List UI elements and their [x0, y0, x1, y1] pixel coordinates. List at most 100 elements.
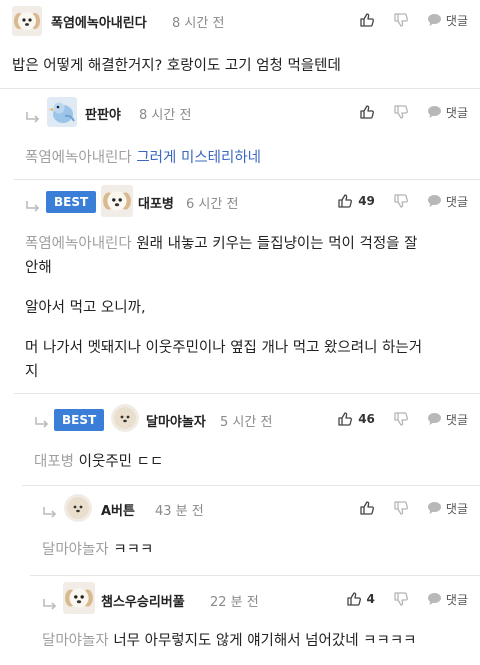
reply-button[interactable]: 댓글 — [427, 193, 468, 210]
reply-label: 댓글 — [445, 412, 468, 427]
speech-bubble-icon — [427, 195, 441, 207]
comment-body: 달마야놀자 ㅋㅋㅋ — [42, 538, 153, 562]
mention[interactable]: 달마야놀자 — [42, 542, 109, 558]
dislike-button[interactable] — [393, 104, 409, 120]
comment-author[interactable]: 챔스우승리버풀 — [101, 591, 185, 610]
comment-body: 폭염에녹아내린다 그러게 미스테리하네 — [25, 146, 261, 170]
comment-time: 22 분 전 — [210, 595, 259, 610]
thumbs-up-icon — [360, 13, 374, 27]
like-button[interactable]: 4 — [346, 591, 375, 607]
reply-label: 댓글 — [445, 501, 468, 516]
comment-1: 폭염에녹아내린다 8 시간 전 댓글 밥은 어떻게 해결한거지? 호랑이도 고기… — [0, 0, 480, 88]
puppy-icon — [64, 494, 92, 522]
thumbs-up-icon — [360, 105, 374, 119]
comment-author[interactable]: 대포병 — [138, 193, 174, 212]
comment-5: A버튼 43 분 전 댓글 달마야놀자 ㅋㅋㅋ — [0, 486, 480, 574]
comment-paragraph: 폭염에녹아내린다 원래 내놓고 키우는 들집냥이는 먹이 걱정을 잘안해 — [25, 232, 470, 280]
puppy-icon — [63, 582, 95, 614]
comment-2: 판판야 8 시간 전 댓글 폭염에녹아내린다 그러게 미스테리하네 — [0, 89, 480, 179]
comment-text: 지 — [25, 364, 39, 380]
like-button[interactable]: 49 — [337, 193, 375, 209]
reply-button[interactable]: 댓글 — [427, 12, 468, 29]
avatar[interactable] — [101, 185, 133, 217]
comment-text: 밥은 어떻게 해결한거지? 호랑이도 고기 엄청 먹을텐데 — [12, 58, 341, 74]
comment-body: 대포병 이웃주민 ㄷㄷ — [34, 450, 163, 474]
speech-bubble-icon — [427, 14, 441, 26]
reply-label: 댓글 — [445, 13, 468, 28]
comment-time: 8 시간 전 — [139, 108, 192, 123]
comment-text: 알아서 먹고 오니까, — [25, 300, 146, 316]
comment-paragraph: 알아서 먹고 오니까, — [25, 296, 470, 320]
speech-bubble-icon — [427, 593, 441, 605]
reply-arrow-icon — [25, 200, 41, 214]
like-button[interactable] — [359, 12, 375, 28]
avatar[interactable] — [63, 582, 95, 614]
comment-text: ㅋㅋㅋ — [113, 542, 154, 558]
mention[interactable]: 달마야놀자 — [42, 633, 109, 649]
dislike-button[interactable] — [393, 500, 409, 516]
comment-time: 6 시간 전 — [186, 197, 239, 212]
avatar[interactable] — [47, 97, 77, 127]
reply-button[interactable]: 댓글 — [427, 500, 468, 517]
dislike-button[interactable] — [393, 193, 409, 209]
comment-time: 8 시간 전 — [172, 16, 225, 31]
reply-label: 댓글 — [445, 592, 468, 607]
comment-body: 밥은 어떻게 해결한거지? 호랑이도 고기 엄청 먹을텐데 — [12, 54, 341, 78]
dislike-button[interactable] — [393, 591, 409, 607]
comment-text: 안해 — [25, 260, 52, 276]
reply-arrow-icon — [42, 506, 58, 520]
comment-text: 이웃주민 ㄷㄷ — [78, 454, 164, 470]
like-count: 4 — [366, 592, 375, 606]
comment-text: 너무 아무렇지도 않게 얘기해서 넘어갔네 ㅋㅋㅋㅋ — [113, 633, 417, 649]
mention[interactable]: 폭염에녹아내린다 — [25, 150, 132, 166]
thumbs-down-icon — [394, 412, 408, 426]
like-button[interactable] — [359, 500, 375, 516]
reply-button[interactable]: 댓글 — [427, 591, 468, 608]
dislike-button[interactable] — [393, 411, 409, 427]
comment-3: BEST 대포병 6 시간 전 49 댓글 폭염에녹아내린다 원래 내놓고 키우… — [0, 180, 480, 392]
comment-body: 달마야놀자 너무 아무렇지도 않게 얘기해서 넘어갔네 ㅋㅋㅋㅋ — [42, 629, 417, 653]
mention[interactable]: 대포병 — [34, 454, 74, 470]
like-button[interactable] — [359, 104, 375, 120]
reply-arrow-icon — [25, 111, 41, 125]
reply-arrow-icon — [34, 416, 50, 430]
comment-paragraph: 머 나가서 멧돼지나 이웃주민이나 옆집 개나 먹고 왔으려니 하는거지 — [25, 336, 470, 384]
comment-text: 원래 내놓고 키우는 들집냥이는 먹이 걱정을 잘 — [136, 236, 418, 252]
reply-button[interactable]: 댓글 — [427, 411, 468, 428]
reply-label: 댓글 — [445, 105, 468, 120]
reply-button[interactable]: 댓글 — [427, 104, 468, 121]
reply-label: 댓글 — [445, 194, 468, 209]
like-button[interactable]: 46 — [337, 411, 375, 427]
speech-bubble-icon — [427, 413, 441, 425]
comment-text: 그러게 미스테리하네 — [136, 150, 262, 166]
best-badge: BEST — [54, 409, 105, 431]
best-badge: BEST — [46, 191, 97, 213]
comment-text: 머 나가서 멧돼지나 이웃주민이나 옆집 개나 먹고 왔으려니 하는거 — [25, 340, 423, 356]
speech-bubble-icon — [427, 106, 441, 118]
like-count: 49 — [358, 194, 375, 208]
like-count: 46 — [358, 412, 375, 426]
thumbs-up-icon — [346, 592, 361, 606]
comment-author[interactable]: 폭염에녹아내린다 — [51, 12, 147, 31]
avatar[interactable] — [64, 494, 92, 522]
comment-6: 챔스우승리버풀 22 분 전 4 댓글 달마야놀자 너무 아무렇지도 않게 얘기… — [0, 576, 480, 665]
mention[interactable]: 폭염에녹아내린다 — [25, 236, 132, 252]
puppy-icon — [12, 6, 42, 36]
comment-author[interactable]: A버튼 — [101, 500, 135, 519]
thumbs-down-icon — [394, 501, 408, 515]
comment-author[interactable]: 판판야 — [85, 104, 121, 123]
thumbs-up-icon — [338, 412, 353, 426]
thumbs-up-icon — [338, 194, 353, 208]
dislike-button[interactable] — [393, 12, 409, 28]
comment-4: BEST 달마야놀자 5 시간 전 46 댓글 대포병 이웃주민 ㄷㄷ — [0, 394, 480, 484]
bird-icon — [47, 97, 77, 127]
puppy-icon — [111, 404, 139, 432]
puppy-icon — [101, 185, 133, 217]
speech-bubble-icon — [427, 502, 441, 514]
thumbs-up-icon — [360, 501, 374, 515]
comment-author[interactable]: 달마야놀자 — [146, 411, 206, 430]
comment-time: 43 분 전 — [155, 504, 204, 519]
comment-body: 폭염에녹아내린다 원래 내놓고 키우는 들집냥이는 먹이 걱정을 잘안해 알아서… — [25, 232, 470, 384]
avatar[interactable] — [12, 6, 42, 36]
avatar[interactable] — [111, 404, 139, 432]
